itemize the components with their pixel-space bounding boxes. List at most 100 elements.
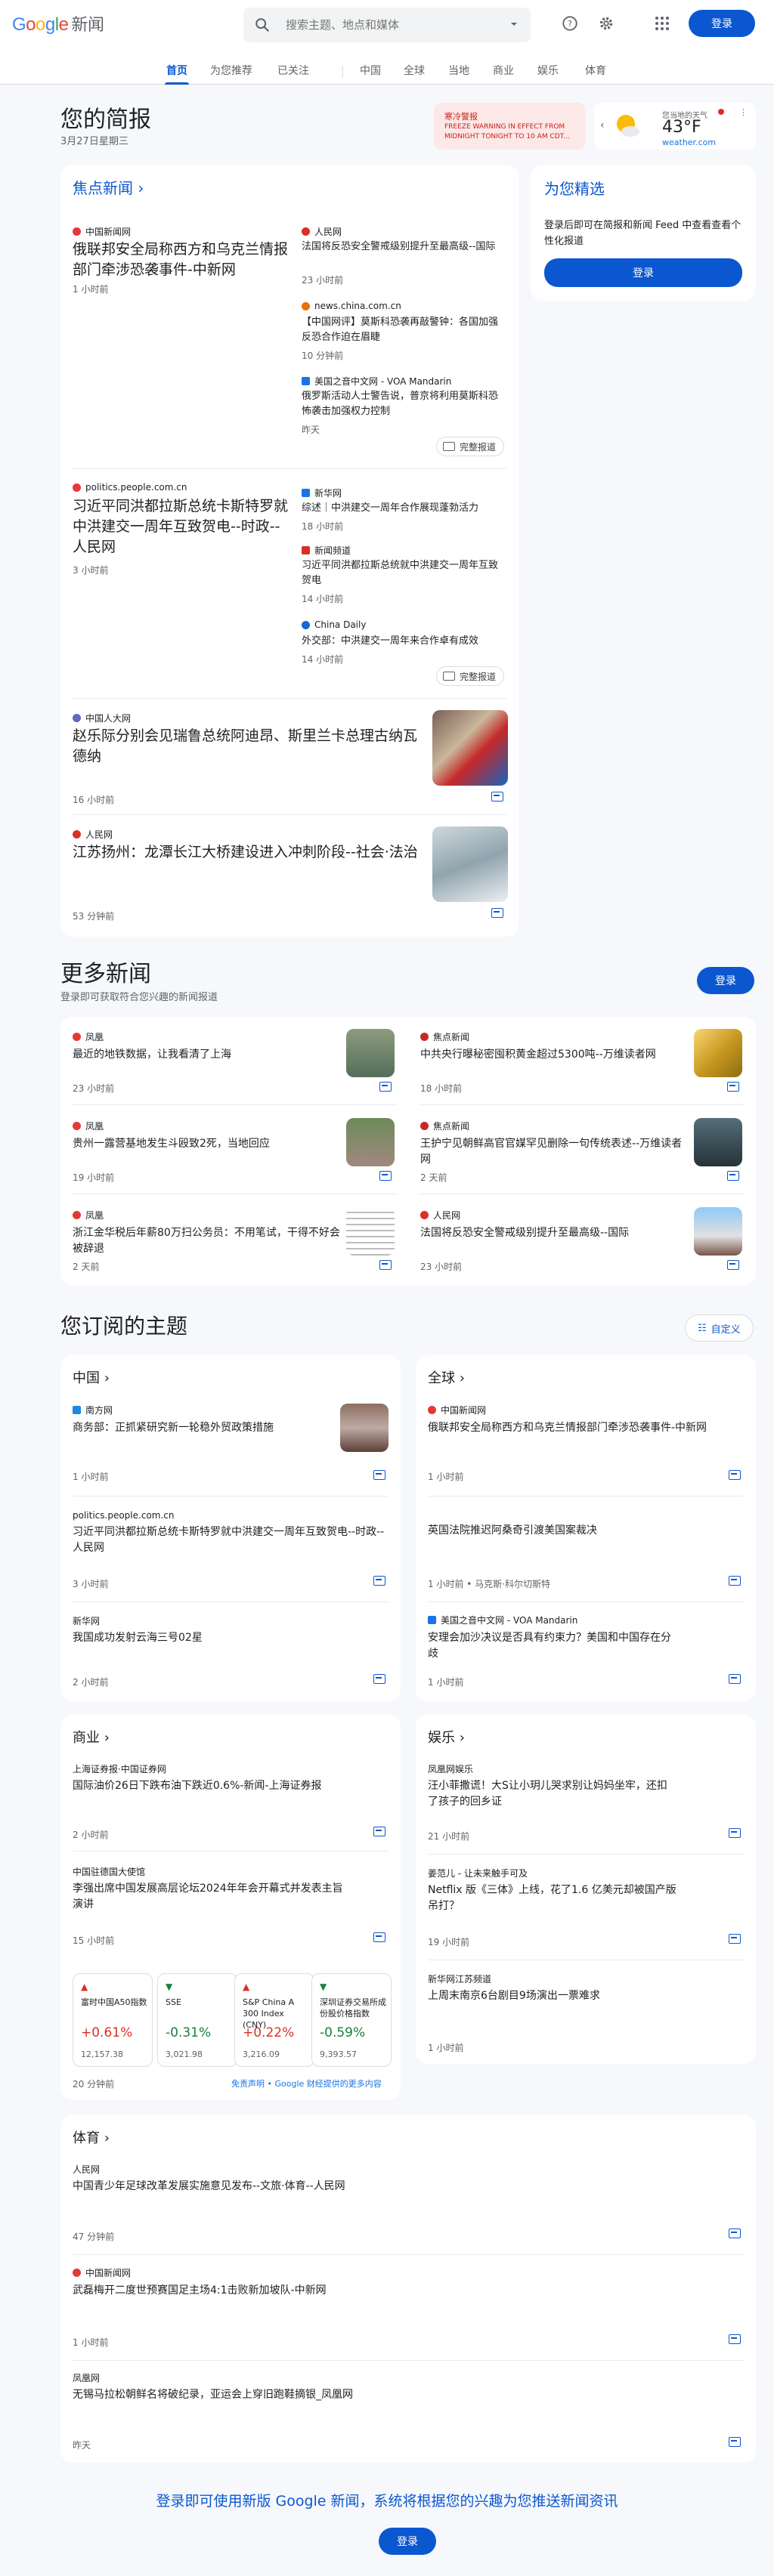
chevron-down-icon[interactable] [508,18,520,30]
story-headline[interactable]: 中国青少年足球改革发展实施意见发布--文旅·体育--人民网 [73,2179,723,2195]
tab-for-you[interactable]: 为您推荐 [210,63,252,78]
search-box[interactable] [243,8,531,42]
story-headline[interactable]: 商务部：正抓紧研究新一轮稳外贸政策措施 [73,1420,322,1436]
market-index-card[interactable]: ▲ 富时中国A50指数 +0.61% 12,157.38 [73,1973,153,2067]
story-headline[interactable]: 汪小菲撒谎！大S让小玥儿哭求别让妈妈坐牢，还扣了孩子的回乡证 [428,1778,677,1810]
market-index-card[interactable]: ▼ SSE -0.31% 3,021.98 [157,1973,237,2067]
search-input[interactable] [286,17,490,33]
weather-source[interactable]: weather.com [662,137,716,147]
full-coverage-icon[interactable] [379,1082,392,1092]
topic-entertainment-link[interactable]: 娱乐 › [428,1727,465,1747]
related-headline[interactable]: 俄罗斯活动人士警告说，普京将利用莫斯科恐怖袭击加强权力控制 [302,389,506,419]
full-coverage-icon[interactable] [727,1171,739,1181]
header-login-button[interactable]: 登录 [689,10,755,37]
story-headline[interactable]: 俄联邦安全局称西方和乌克兰情报部门牵涉恐袭事件-中新网 [73,239,292,280]
full-coverage-icon[interactable] [729,1576,741,1586]
story-headline[interactable]: 江苏扬州：龙潭长江大桥建设进入冲刺阶段--社会·法治 [73,842,428,863]
market-index-card[interactable]: ▼ 深圳证券交易所成份股价格指数 -0.59% 9,393.57 [311,1973,392,2067]
story-image[interactable] [694,1207,742,1256]
help-icon[interactable]: ? [561,14,579,32]
cold-alert-card[interactable]: 寒冷警报 FREEZE WARNING IN EFFECT FROM MIDNI… [434,103,585,150]
full-coverage-icon[interactable] [373,1827,385,1836]
tab-home[interactable]: 首页 [166,63,187,78]
full-coverage-icon[interactable] [729,2334,741,2344]
market-disclaimer-link[interactable]: 免责声明 • Google 财经提供的更多内容 [231,2077,382,2090]
top-stories-link[interactable]: 焦点新闻 › [73,176,144,198]
story-headline[interactable]: 无锡马拉松朝鲜名将破纪录，亚运会上穿旧跑鞋摘银_凤凰网 [73,2387,723,2403]
tab-following[interactable]: 已关注 [277,63,309,78]
full-coverage-icon[interactable] [727,1082,739,1092]
story-headline[interactable]: 中共央行曝秘密囤积黄金超过5300吨--万维读者网 [420,1047,692,1063]
full-coverage-icon[interactable] [729,1934,741,1944]
picks-login-button[interactable]: 登录 [544,258,742,287]
google-news-logo[interactable]: Google 新闻 [12,11,104,36]
tab-world[interactable]: 全球 [404,63,425,78]
story-headline[interactable]: 上周末南京6台剧目9场演出一票难求 [428,1988,677,2004]
story-headline[interactable]: 浙江金华税后年薪80万扫公务员：不用笔试，干得不好会被辞退 [73,1225,345,1257]
topic-world-link[interactable]: 全球 › [428,1367,465,1387]
story-headline[interactable]: 习近平同洪都拉斯总统卡斯特罗就中洪建交一周年互致贺电--时政--人民网 [73,1524,389,1556]
full-coverage-icon[interactable] [491,792,503,802]
story-image[interactable] [694,1029,742,1077]
more-vert-icon[interactable]: ⋮ [739,107,748,117]
story-headline[interactable]: 我国成功发射云海三号02星 [73,1630,389,1646]
story-headline[interactable]: 贵州一露营基地发生斗殴致2死，当地回应 [73,1136,345,1152]
related-headline[interactable]: 综述｜中洪建交一周年合作展现蓬勃活力 [302,501,506,516]
market-index-card[interactable]: ▲ S&P China A 300 Index (CNY) +0.22% 3,2… [234,1973,314,2067]
tab-sports[interactable]: 体育 [585,63,606,78]
story-headline[interactable]: 王护宁见朝鲜高官官媒罕见删除一句传统表述--万维读者网 [420,1136,692,1168]
story-headline[interactable]: 最近的地铁数据，让我看清了上海 [73,1047,345,1063]
full-coverage-icon[interactable] [729,2229,741,2238]
tab-local[interactable]: 当地 [448,63,469,78]
related-headline[interactable]: 外交部：中洪建交一周年来合作卓有成效 [302,634,506,649]
story-image[interactable] [340,1404,389,1452]
more-news-login-button[interactable]: 登录 [697,967,754,994]
story-headline[interactable]: 武磊梅开二度世预赛国足主场4:1击败新加坡队-中新网 [73,2283,723,2299]
story-image[interactable] [694,1118,742,1166]
story-image[interactable] [346,1029,395,1077]
tab-entertainment[interactable]: 娱乐 [537,63,559,78]
full-coverage-icon[interactable] [729,2437,741,2447]
story-headline[interactable]: Netflix 版《三体》上线，花了1.6 亿美元却被国产版吊打？ [428,1883,677,1914]
story-image[interactable] [432,826,508,902]
full-coverage-icon[interactable] [729,1470,741,1480]
story-headline[interactable]: 安理会加沙决议是否具有约束力？美国和中国存在分歧 [428,1630,677,1662]
weather-card[interactable]: ‹ 您当地的天气 ⋮ 43°F weather.com [594,103,756,150]
full-coverage-button[interactable]: 完整报道 [436,437,505,456]
story-headline[interactable]: 法国将反恐安全警戒级别提升至最高级--国际 [420,1225,692,1241]
story-headline[interactable]: 赵乐际分别会见瑞鲁总统阿迪昂、斯里兰卡总理古纳瓦德纳 [73,726,428,767]
search-icon[interactable] [254,17,271,33]
topic-sports-link[interactable]: 体育 › [73,2127,110,2147]
story-headline[interactable]: 李强出席中国发展高层论坛2024年年会开幕式并发表主旨演讲 [73,1881,345,1913]
full-coverage-button[interactable]: 完整报道 [436,666,505,686]
settings-gear-icon[interactable] [597,14,615,32]
apps-grid-icon[interactable] [653,14,671,32]
full-coverage-icon[interactable] [727,1260,739,1270]
related-headline[interactable]: 法国将反恐安全警戒级别提升至最高级--国际 [302,239,506,255]
customize-button[interactable]: ☷ 自定义 [685,1314,754,1342]
story-headline[interactable]: 英国法院推迟阿桑奇引渡美国案裁决 [428,1523,744,1539]
topic-business-link[interactable]: 商业 › [73,1727,110,1747]
tab-china[interactable]: 中国 [360,63,381,78]
related-headline[interactable]: 习近平同洪都拉斯总统就中洪建交一周年互致贺电 [302,558,506,588]
topic-china-link[interactable]: 中国 › [73,1367,110,1387]
story-headline[interactable]: 俄联邦安全局称西方和乌克兰情报部门牵涉恐袭事件-中新网 [428,1420,744,1436]
tab-business[interactable]: 商业 [493,63,514,78]
full-coverage-icon[interactable] [373,1932,385,1942]
story-image[interactable] [432,710,508,786]
story-image[interactable] [346,1207,395,1256]
story-headline[interactable]: 国际油价26日下跌布油下跌近0.6%-新闻-上海证券报 [73,1778,389,1794]
related-headline[interactable]: 【中国网评】莫斯科恐袭再敲警钟：各国加强反恐合作迫在眉睫 [302,315,506,345]
footer-login-button[interactable]: 登录 [379,2528,436,2555]
full-coverage-icon[interactable] [729,1674,741,1684]
full-coverage-icon[interactable] [373,1576,385,1586]
full-coverage-icon[interactable] [373,1674,385,1684]
chevron-left-icon[interactable]: ‹ [600,119,605,131]
full-coverage-icon[interactable] [491,908,503,918]
full-coverage-icon[interactable] [729,1828,741,1838]
full-coverage-icon[interactable] [379,1171,392,1181]
story-headline[interactable]: 习近平同洪都拉斯总统卡斯特罗就中洪建交一周年互致贺电--时政--人民网 [73,496,292,558]
full-coverage-icon[interactable] [379,1260,392,1270]
story-image[interactable] [346,1118,395,1166]
full-coverage-icon[interactable] [373,1470,385,1480]
